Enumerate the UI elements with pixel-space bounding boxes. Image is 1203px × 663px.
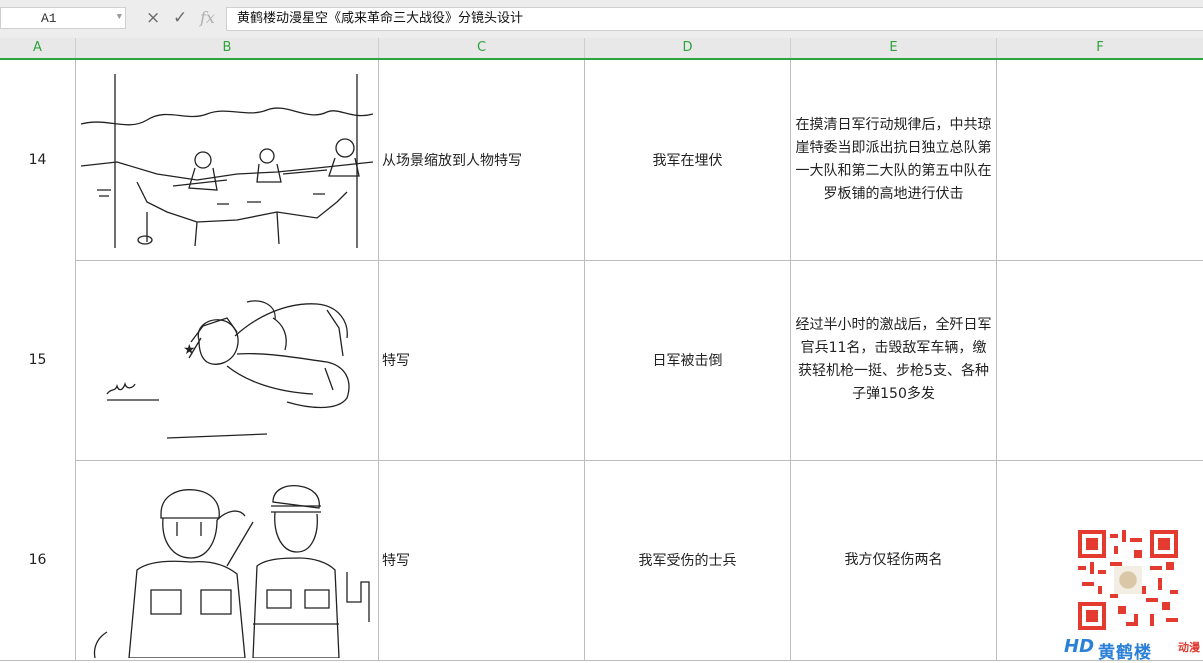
cell-f-empty[interactable] <box>997 60 1203 260</box>
description-text: 在摸清日军行动规律后，中共琼崖特委当即派出抗日独立总队第一大队和第二大队的第五中… <box>795 117 992 202</box>
cell-b-storyboard[interactable]: ★ <box>76 260 379 460</box>
column-header-bar: A B C D E F <box>0 38 1203 60</box>
column-header-a[interactable]: A <box>0 38 76 58</box>
storyboard-sketch-fallen-soldier: ★ <box>77 262 377 458</box>
cell-a-rownum[interactable]: 16 <box>0 460 76 660</box>
spreadsheet-grid: 14 从场景缩放到人物特写 我军在埋伏 在摸清日军行动规律后，中共琼崖特委当即派… <box>0 60 1203 661</box>
svg-text:★: ★ <box>183 342 196 358</box>
cell-b-storyboard[interactable] <box>76 60 379 260</box>
logo-text: 黄鹤楼 <box>1098 643 1152 663</box>
description-text: 我方仅轻伤两名 <box>844 551 943 568</box>
cell-a-rownum[interactable]: 14 <box>0 60 76 260</box>
storyboard-sketch-ambush <box>77 62 377 258</box>
column-header-e[interactable]: E <box>791 38 997 58</box>
logo-subtitle: 动漫 <box>1178 641 1200 654</box>
cell-c-shot[interactable]: 特写 <box>379 260 585 460</box>
cell-e-description[interactable]: 在摸清日军行动规律后，中共琼崖特委当即派出抗日独立总队第一大队和第二大队的第五中… <box>791 60 997 260</box>
insert-function-icon[interactable]: fx <box>200 8 215 28</box>
logo-mark: HD <box>1064 636 1095 657</box>
column-header-d[interactable]: D <box>585 38 791 58</box>
cell-e-description[interactable]: 我方仅轻伤两名 <box>791 460 997 660</box>
brand-logo: HD 黄鹤楼 动漫 <box>1060 634 1203 663</box>
cell-d-action[interactable]: 日军被击倒 <box>585 260 791 460</box>
qr-code-icon <box>1078 530 1178 630</box>
table-row: 15 ★ 特写 日军被击倒 经过半小时的激战后，全歼日军官兵11名，击毁敌军车辆… <box>0 260 1203 461</box>
cell-d-action[interactable]: 我军在埋伏 <box>585 60 791 260</box>
cell-c-shot[interactable]: 从场景缩放到人物特写 <box>379 60 585 260</box>
formula-input[interactable]: 黄鹤楼动漫星空《咸来革命三大战役》分镜头设计 <box>226 7 1203 31</box>
cell-b-storyboard[interactable] <box>76 460 379 660</box>
table-row: 14 从场景缩放到人物特写 我军在埋伏 在摸清日军行动规律后，中共琼崖特委当即派… <box>0 60 1203 261</box>
confirm-icon[interactable]: ✓ <box>173 8 187 28</box>
cell-e-description[interactable]: 经过半小时的激战后，全歼日军官兵11名，击毁敌军车辆，缴获轻机枪一挺、步枪5支、… <box>791 260 997 460</box>
column-header-c[interactable]: C <box>379 38 585 58</box>
description-text: 经过半小时的激战后，全歼日军官兵11名，击毁敌军车辆，缴获轻机枪一挺、步枪5支、… <box>795 317 992 402</box>
cell-f-empty[interactable] <box>997 260 1203 460</box>
chevron-down-icon[interactable]: ▼ <box>117 12 122 22</box>
table-row: 16 特写 我军受伤的士兵 我方仅轻伤两名 <box>0 460 1203 661</box>
storyboard-sketch-saluting-soldiers <box>77 462 377 658</box>
cell-reference: A1 <box>41 11 57 26</box>
cell-c-shot[interactable]: 特写 <box>379 460 585 660</box>
cell-d-action[interactable]: 我军受伤的士兵 <box>585 460 791 660</box>
formula-bar: A1 ▼ × ✓ fx 黄鹤楼动漫星空《咸来革命三大战役》分镜头设计 <box>0 0 1203 39</box>
cancel-icon[interactable]: × <box>146 8 160 28</box>
column-header-b[interactable]: B <box>76 38 379 58</box>
name-box[interactable]: A1 ▼ <box>0 7 126 29</box>
column-header-f[interactable]: F <box>997 38 1203 58</box>
cell-a-rownum[interactable]: 15 <box>0 260 76 460</box>
